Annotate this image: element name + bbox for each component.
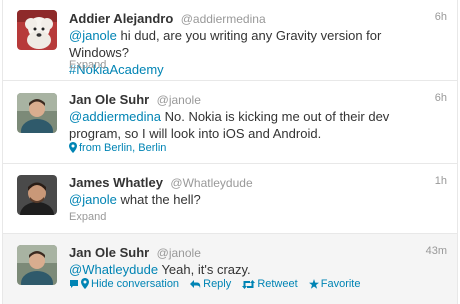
tweet-text: @Whatleydude Yeah, it's crazy.: [69, 261, 443, 278]
author-username[interactable]: @addiermedina: [181, 12, 266, 26]
tweet-timeline: Addier Alejandro @addiermedina 6h @janol…: [2, 0, 458, 304]
mention-link[interactable]: @janole: [69, 192, 117, 207]
avatar[interactable]: [17, 245, 57, 285]
person-avatar-icon: [17, 93, 57, 133]
tweet-text: @addiermedina No. Nokia is kicking me ou…: [69, 108, 443, 142]
tweet-text: @janole what the hell?: [69, 191, 443, 208]
avatar[interactable]: [17, 10, 57, 50]
retweet-button[interactable]: Retweet: [242, 278, 300, 290]
author-name[interactable]: Addier Alejandro: [69, 11, 173, 26]
person-avatar-icon: [17, 245, 57, 285]
tweet-timestamp[interactable]: 6h: [435, 92, 447, 104]
speech-bubble-icon: [70, 280, 78, 288]
tweet-timestamp[interactable]: 6h: [435, 11, 447, 23]
tweet-header: Jan Ole Suhr @janole 43m: [69, 244, 447, 260]
person-avatar-icon: [17, 175, 57, 215]
tweet-item[interactable]: Addier Alejandro @addiermedina 6h @janol…: [3, 0, 457, 81]
location-link[interactable]: from Berlin, Berlin: [69, 142, 166, 154]
location-label: from Berlin, Berlin: [79, 142, 167, 154]
favorite-button[interactable]: Favorite: [308, 278, 361, 290]
tweet-timestamp[interactable]: 1h: [435, 175, 447, 187]
expand-link[interactable]: Expand: [69, 59, 106, 71]
author-name[interactable]: James Whatley: [69, 175, 163, 190]
star-icon: [308, 279, 319, 289]
mention-link[interactable]: @Whatleydude: [69, 262, 158, 277]
reply-button[interactable]: Reply: [190, 278, 234, 290]
tweet-item[interactable]: Jan Ole Suhr @janole 43m @Whatleydude Ye…: [3, 234, 457, 304]
avatar[interactable]: [17, 93, 57, 133]
tweet-body: Yeah, it's crazy.: [158, 262, 251, 277]
favorite-label: Favorite: [320, 278, 361, 290]
retweet-icon: [242, 280, 256, 289]
location-pin-icon: [81, 278, 89, 289]
author-username[interactable]: @Whatleydude: [170, 176, 252, 190]
tweet-timestamp[interactable]: 43m: [426, 245, 447, 257]
tweet-header: Jan Ole Suhr @janole 6h: [69, 91, 447, 107]
location-pin-icon: [69, 142, 77, 153]
poodle-avatar-icon: [17, 10, 57, 50]
tweet-header: Addier Alejandro @addiermedina 6h: [69, 10, 447, 26]
tweet-body: what the hell?: [116, 192, 201, 207]
tweet-actions: Hide conversation Reply Retweet Favorite: [69, 278, 368, 290]
mention-link[interactable]: @janole: [69, 28, 117, 43]
tweet-item[interactable]: James Whatley @Whatleydude 1h @janole wh…: [3, 164, 457, 234]
reply-label: Reply: [203, 278, 232, 290]
tweet-text: @janole hi dud, are you writing any Grav…: [69, 27, 443, 78]
reply-arrow-icon: [190, 280, 201, 289]
tweet-item[interactable]: Jan Ole Suhr @janole 6h @addiermedina No…: [3, 81, 457, 164]
avatar[interactable]: [17, 175, 57, 215]
hide-conversation-label: Hide conversation: [91, 278, 180, 290]
hide-conversation-button[interactable]: Hide conversation: [69, 278, 182, 290]
expand-link[interactable]: Expand: [69, 211, 106, 223]
retweet-label: Retweet: [257, 278, 298, 290]
tweet-header: James Whatley @Whatleydude 1h: [69, 174, 447, 190]
author-username[interactable]: @janole: [157, 93, 201, 107]
author-username[interactable]: @janole: [157, 246, 201, 260]
author-name[interactable]: Jan Ole Suhr: [69, 245, 149, 260]
author-name[interactable]: Jan Ole Suhr: [69, 92, 149, 107]
mention-link[interactable]: @addiermedina: [69, 109, 161, 124]
